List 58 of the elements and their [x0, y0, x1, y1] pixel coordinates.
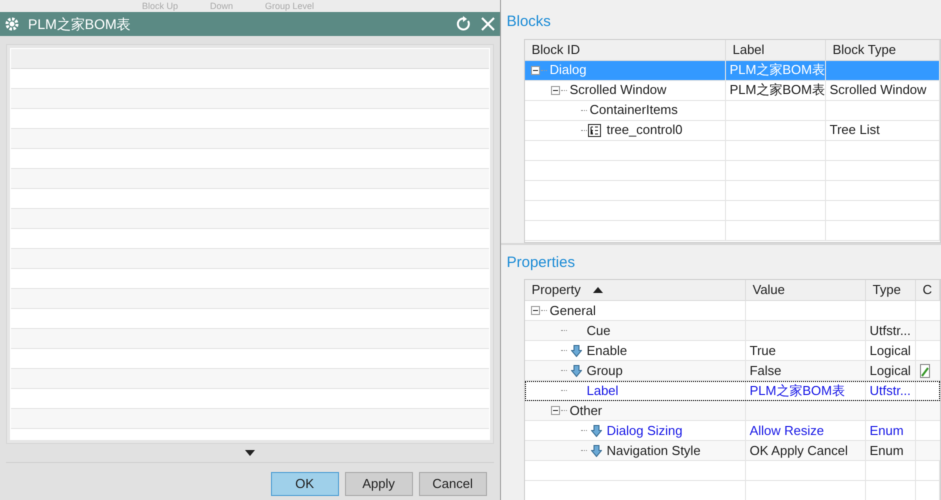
edit-icon[interactable]	[920, 364, 930, 378]
down-arrow-icon	[590, 444, 602, 456]
column-header[interactable]: Property	[532, 280, 581, 300]
table-row[interactable]: ContainerItems	[524, 100, 940, 120]
collapse-toggle[interactable]	[530, 306, 540, 315]
table-cell-text: True	[748, 342, 777, 360]
reset-icon[interactable]	[456, 16, 472, 32]
collapse-toggle[interactable]	[530, 66, 540, 74]
dialog-button[interactable]: Apply	[344, 472, 413, 496]
expand-down-icon[interactable]	[244, 450, 255, 456]
gear-icon	[4, 16, 20, 32]
tree-item: Scrolled Window	[568, 81, 668, 100]
collapse-toggle[interactable]	[550, 406, 560, 415]
table-cell-text: False	[748, 362, 782, 380]
down-arrow-icon	[570, 364, 582, 376]
section-title: Properties	[506, 252, 576, 272]
table-cell-text: Tree List	[828, 121, 881, 140]
table-cell-text: Enum	[868, 442, 905, 460]
down-arrow-icon	[590, 424, 602, 436]
table-cell-text: OK Apply Cancel	[748, 442, 849, 460]
tree-list-icon	[588, 124, 601, 136]
table-cell-text: Logical	[868, 342, 912, 360]
down-arrow-icon	[570, 344, 582, 356]
property-name[interactable]: Cue	[584, 320, 612, 340]
table-cell-text: PLM之家BOM表	[748, 382, 846, 400]
table-cell-text: Scrolled Window	[828, 81, 928, 100]
column-header[interactable]: Block Type	[826, 40, 940, 60]
property-name[interactable]: Group	[584, 360, 625, 380]
table-cell-text: Enum	[868, 422, 905, 440]
table-cell-text: Logical	[868, 362, 912, 380]
dialog-button[interactable]: OK	[270, 472, 339, 496]
table-cell-text: Allow Resize	[748, 422, 826, 440]
dialog-button[interactable]: Cancel	[418, 472, 487, 496]
column-header[interactable]: C	[922, 280, 932, 300]
section-title: Blocks	[506, 12, 552, 32]
table-row[interactable]: tree_control0 Tree List	[524, 120, 940, 140]
property-name[interactable]: General	[548, 300, 598, 320]
column-header[interactable]: Type	[872, 280, 901, 300]
tree-item: Dialog	[548, 61, 588, 80]
table-cell-text: Utfstr...	[868, 382, 912, 400]
property-name[interactable]: Enable	[584, 340, 630, 360]
sort-ascending-icon	[592, 287, 603, 293]
column-header[interactable]: Label	[726, 40, 826, 60]
collapse-toggle[interactable]	[550, 86, 560, 94]
property-name[interactable]: Dialog Sizing	[604, 420, 684, 440]
table-cell-text: Utfstr...	[868, 322, 912, 340]
table-cell-text: PLM之家BOM表	[728, 61, 826, 80]
column-header[interactable]: Block ID	[524, 40, 726, 60]
table-cell-text: PLM之家BOM表	[728, 81, 826, 100]
tree-item: tree_control0	[606, 121, 684, 140]
tree-item: ContainerItems	[588, 101, 679, 120]
dialog-title: PLM之家BOM表	[28, 14, 132, 34]
property-name[interactable]: Other	[568, 400, 604, 420]
property-name[interactable]: Label	[584, 380, 620, 400]
property-name[interactable]: Navigation Style	[604, 440, 703, 460]
close-icon[interactable]	[480, 16, 496, 32]
column-header[interactable]: Value	[752, 280, 785, 300]
table-row[interactable]: Scrolled Window PLM之家BOM表 Scrolled Window	[524, 80, 940, 100]
